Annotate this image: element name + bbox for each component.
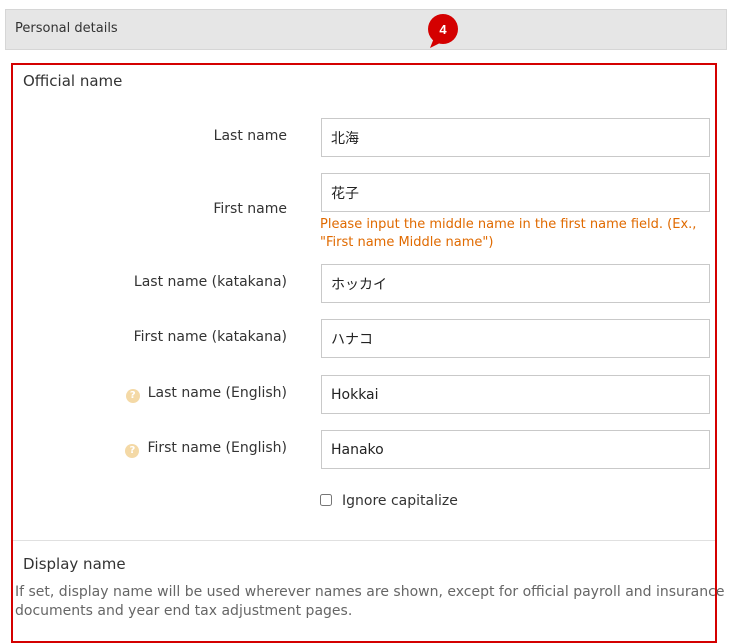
ignore-capitalize-checkbox[interactable] [320, 494, 332, 506]
step-number: 4 [439, 22, 447, 37]
section-title: Personal details [15, 21, 118, 36]
last-name-input[interactable] [321, 118, 710, 157]
official-name-title: Official name [23, 72, 123, 90]
personal-details-header: Personal details [5, 9, 727, 50]
last-name-katakana-label: Last name (katakana) [133, 274, 287, 290]
last-name-label: Last name [213, 128, 287, 144]
last-name-english-label: ? Last name (English) [0, 385, 287, 403]
step-badge: 4 [424, 12, 462, 50]
first-name-katakana-input[interactable] [321, 319, 710, 358]
help-icon[interactable]: ? [125, 444, 140, 458]
divider [13, 540, 715, 541]
help-icon[interactable]: ? [125, 389, 140, 403]
first-name-katakana-label: First name (katakana) [133, 329, 287, 345]
last-name-katakana-input[interactable] [321, 264, 710, 303]
display-name-description: If set, display name will be used wherev… [15, 584, 725, 619]
first-name-english-input[interactable] [321, 430, 710, 469]
step-marker-icon: 4 [428, 14, 458, 48]
ignore-capitalize-option[interactable]: Ignore capitalize [320, 493, 458, 509]
last-name-english-input[interactable] [321, 375, 710, 414]
first-name-hint: Please input the middle name in the firs… [320, 217, 697, 250]
first-name-label: First name [213, 201, 287, 217]
first-name-input[interactable] [321, 173, 710, 212]
first-name-english-label: ? First name (English) [0, 440, 287, 458]
display-name-title: Display name [23, 555, 126, 573]
ignore-capitalize-label: Ignore capitalize [342, 493, 458, 509]
